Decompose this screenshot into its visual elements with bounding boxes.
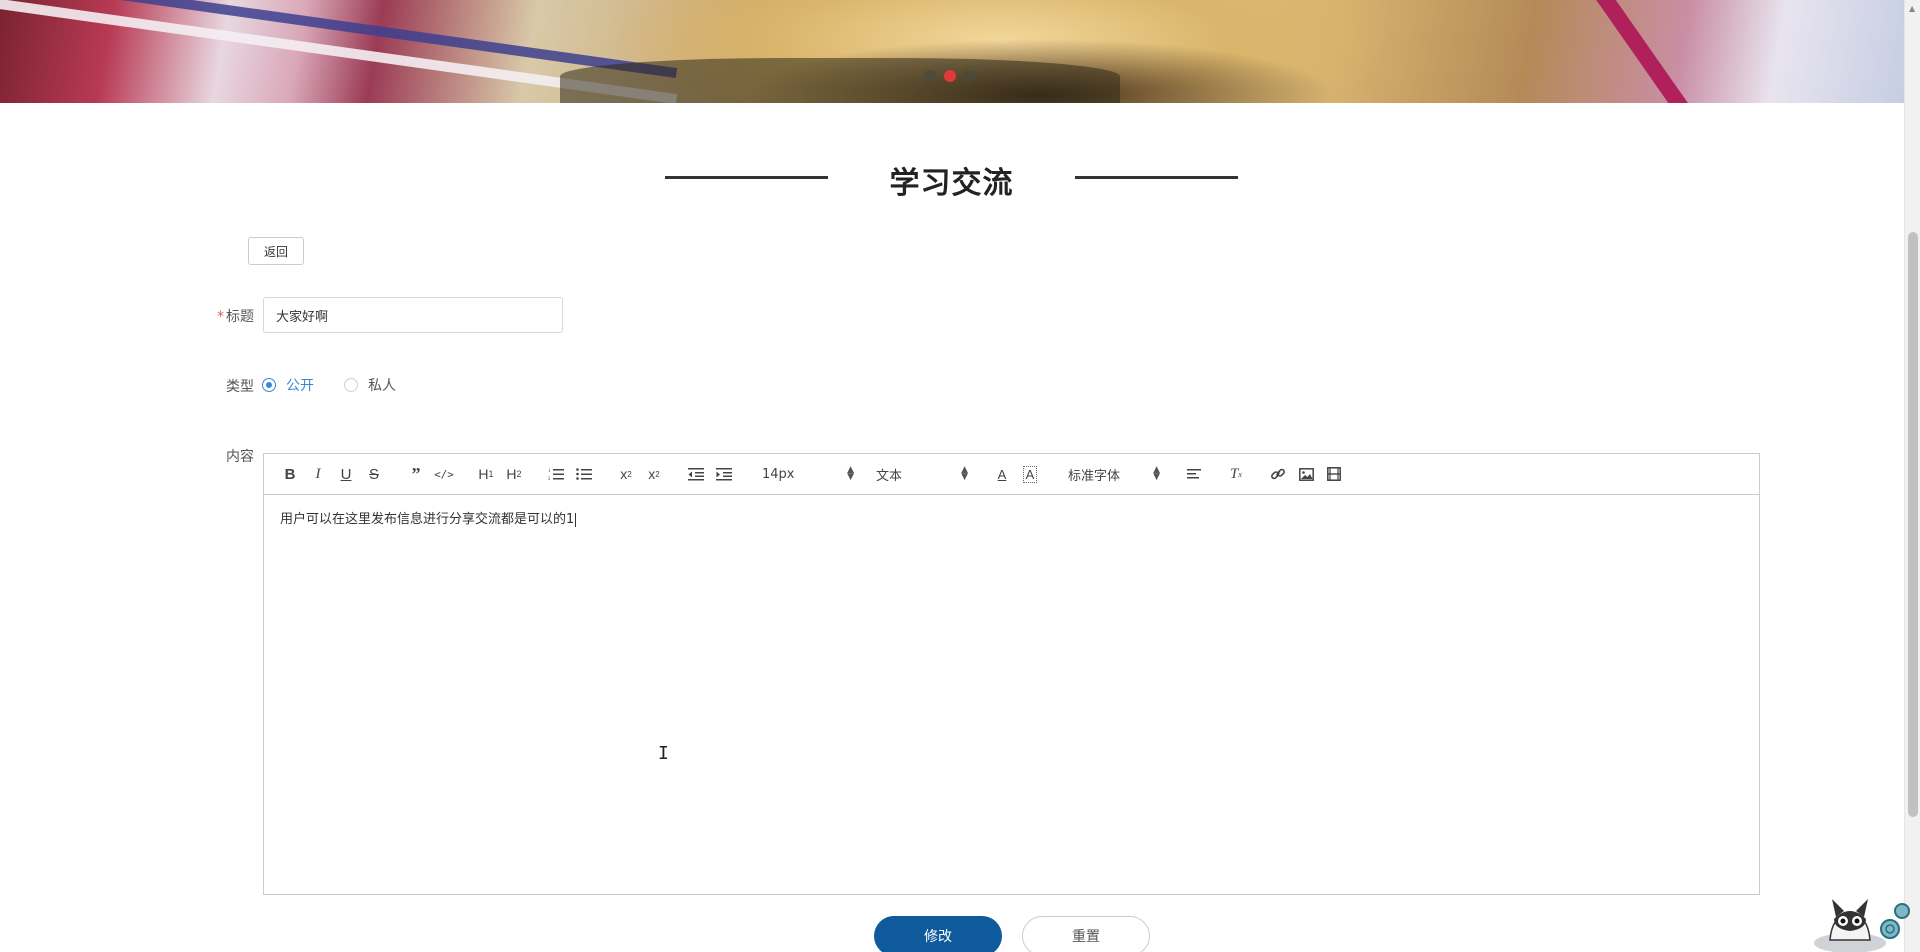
blockquote-icon[interactable]: ” xyxy=(402,462,430,486)
font-family-select[interactable]: 标准字体 ▲ ▼ xyxy=(1058,462,1166,486)
select-arrows-icon: ▲ ▼ xyxy=(1153,465,1160,482)
h1-icon[interactable]: H1 xyxy=(472,462,500,486)
title-divider-right xyxy=(1075,176,1238,179)
radio-private-label[interactable]: 私人 xyxy=(368,375,396,395)
required-mark: * xyxy=(217,309,224,325)
carousel-indicators xyxy=(924,70,976,82)
page-scrollbar[interactable]: ▲ xyxy=(1904,0,1920,952)
align-icon[interactable] xyxy=(1180,462,1208,486)
title-field-label: * 标题 xyxy=(184,306,254,326)
select-arrows-icon: ▲ ▼ xyxy=(847,465,854,482)
editor-content-area[interactable]: 用户可以在这里发布信息进行分享交流都是可以的1 I xyxy=(264,495,1759,894)
font-size-value: 14px xyxy=(762,466,795,482)
indent-icon[interactable] xyxy=(710,462,738,486)
font-family-value: 标准字体 xyxy=(1068,468,1121,484)
ordered-list-icon[interactable]: 12 xyxy=(542,462,570,486)
italic-icon[interactable]: I xyxy=(304,462,332,486)
clear-format-icon[interactable]: Tx xyxy=(1222,462,1250,486)
radio-private-circle[interactable] xyxy=(344,378,358,392)
editor-content-text: 用户可以在这里发布信息进行分享交流都是可以的1 xyxy=(280,512,575,527)
submit-button[interactable]: 修改 xyxy=(874,916,1002,952)
banner-decoration xyxy=(0,0,678,79)
title-input[interactable] xyxy=(263,297,563,333)
header-select[interactable]: 文本 ▲ ▼ xyxy=(866,462,974,486)
carousel-dot-2[interactable] xyxy=(944,70,956,82)
editor-toolbar: B I U S ” </> H1 H2 12 x2 x2 14px ▲ ▼ 文本… xyxy=(264,454,1759,495)
link-icon[interactable] xyxy=(1264,462,1292,486)
font-color-icon[interactable]: A xyxy=(988,462,1016,486)
carousel-dot-1[interactable] xyxy=(924,70,936,82)
select-arrows-icon: ▲ ▼ xyxy=(961,465,968,482)
background-color-icon[interactable]: A xyxy=(1016,462,1044,486)
type-radio-group: 公开 私人 xyxy=(262,375,426,395)
video-icon[interactable] xyxy=(1320,462,1348,486)
svg-text:1: 1 xyxy=(548,469,551,474)
banner-carousel xyxy=(0,0,1904,103)
code-block-icon[interactable]: </> xyxy=(430,462,458,486)
strike-icon[interactable]: S xyxy=(360,462,388,486)
section-header: 学习交流 xyxy=(665,158,1238,202)
bullet-list-icon[interactable] xyxy=(570,462,598,486)
bold-icon[interactable]: B xyxy=(276,462,304,486)
page-title: 学习交流 xyxy=(889,166,1014,201)
carousel-dot-3[interactable] xyxy=(964,70,976,82)
scrollbar-thumb[interactable] xyxy=(1908,232,1918,817)
ibeam-cursor-icon: I xyxy=(658,743,669,764)
reset-button[interactable]: 重置 xyxy=(1022,916,1150,952)
mascot-cat-icon[interactable] xyxy=(1810,885,1910,952)
radio-public-circle[interactable] xyxy=(262,378,276,392)
subscript-icon[interactable]: x2 xyxy=(612,462,640,486)
image-icon[interactable] xyxy=(1292,462,1320,486)
banner-decoration xyxy=(1595,0,1701,103)
outdent-icon[interactable] xyxy=(682,462,710,486)
type-field-label: 类型 xyxy=(226,379,254,395)
back-button[interactable]: 返回 xyxy=(248,237,304,265)
scroll-up-arrow-icon[interactable]: ▲ xyxy=(1909,4,1915,13)
superscript-icon[interactable]: x2 xyxy=(640,462,668,486)
radio-public[interactable]: 公开 xyxy=(262,375,314,395)
banner-book-image xyxy=(560,58,1120,103)
text-caret xyxy=(575,512,577,527)
radio-private[interactable]: 私人 xyxy=(344,375,396,395)
font-size-select[interactable]: 14px ▲ ▼ xyxy=(752,462,860,486)
header-select-value: 文本 xyxy=(876,468,903,484)
radio-public-label[interactable]: 公开 xyxy=(286,375,314,395)
underline-icon[interactable]: U xyxy=(332,462,360,486)
title-label-text: 标题 xyxy=(226,309,254,325)
content-field-label: 内容 xyxy=(226,449,254,465)
svg-text:2: 2 xyxy=(548,477,551,481)
h2-icon[interactable]: H2 xyxy=(500,462,528,486)
rich-text-editor: B I U S ” </> H1 H2 12 x2 x2 14px ▲ ▼ 文本… xyxy=(263,453,1760,895)
